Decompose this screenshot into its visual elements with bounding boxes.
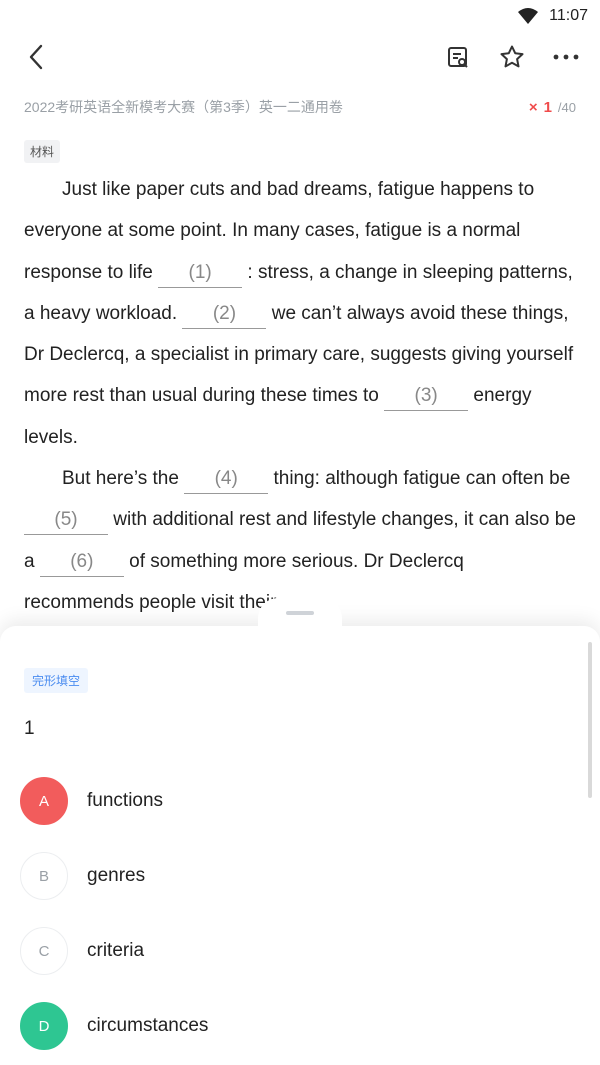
- scrollbar[interactable]: [588, 642, 592, 798]
- wifi-icon: [518, 8, 539, 24]
- answer-sheet-button[interactable]: [442, 41, 474, 73]
- option-c-letter: C: [20, 927, 68, 975]
- blank-4[interactable]: (4): [184, 465, 269, 495]
- total-questions: /40: [557, 99, 576, 115]
- question-type-tag: 完形填空: [24, 668, 89, 693]
- status-time: 11:07: [549, 7, 588, 24]
- option-a-letter: A: [20, 777, 68, 825]
- current-question-number: 1: [543, 98, 552, 116]
- option-a-text: functions: [87, 790, 164, 811]
- blank-2[interactable]: (2): [182, 300, 267, 329]
- question-sheet: 完形填空 1 A functions B genres C criteria D…: [0, 598, 600, 1065]
- favorite-button[interactable]: [496, 41, 528, 73]
- option-a[interactable]: A functions: [20, 776, 560, 826]
- option-c[interactable]: C criteria: [20, 926, 560, 976]
- exam-info-row: 2022考研英语全新模考大赛（第3季）英一二通用卷 × 1 /40: [0, 82, 600, 132]
- sheet-drag-handle[interactable]: [258, 598, 342, 638]
- option-d[interactable]: D circumstances: [20, 1001, 560, 1051]
- option-b[interactable]: B genres: [20, 851, 560, 901]
- options-list: A functions B genres C criteria D circum…: [20, 776, 560, 1065]
- question-progress: × 1 /40: [529, 99, 576, 116]
- drag-handle-icon: [286, 611, 314, 615]
- answer-sheet-icon: [448, 47, 468, 68]
- blank-5[interactable]: (5): [24, 506, 108, 536]
- passage-paragraph-1: Just like paper cuts and bad dreams, fat…: [24, 179, 574, 448]
- blank-1[interactable]: (1): [158, 259, 243, 288]
- passage: Just like paper cuts and bad dreams, fat…: [0, 169, 600, 623]
- more-button[interactable]: [550, 41, 582, 73]
- answer-status-mark: ×: [528, 98, 538, 116]
- option-b-letter: B: [20, 852, 68, 900]
- star-icon: [500, 45, 524, 68]
- option-d-text: circumstances: [87, 1015, 209, 1036]
- blank-6[interactable]: (6): [39, 548, 124, 577]
- top-nav: [0, 32, 600, 82]
- exam-title: 2022考研英语全新模考大赛（第3季）英一二通用卷: [24, 99, 343, 115]
- back-button[interactable]: [20, 41, 52, 73]
- option-b-text: genres: [87, 865, 146, 886]
- blank-3[interactable]: (3): [384, 382, 469, 412]
- option-c-text: criteria: [87, 940, 145, 961]
- more-icon: [553, 54, 579, 60]
- material-tag: 材料: [24, 140, 61, 163]
- option-d-letter: D: [20, 1002, 68, 1050]
- status-bar: 11:07: [0, 0, 600, 32]
- back-arrow-icon: [29, 44, 43, 70]
- question-number: 1: [24, 718, 35, 739]
